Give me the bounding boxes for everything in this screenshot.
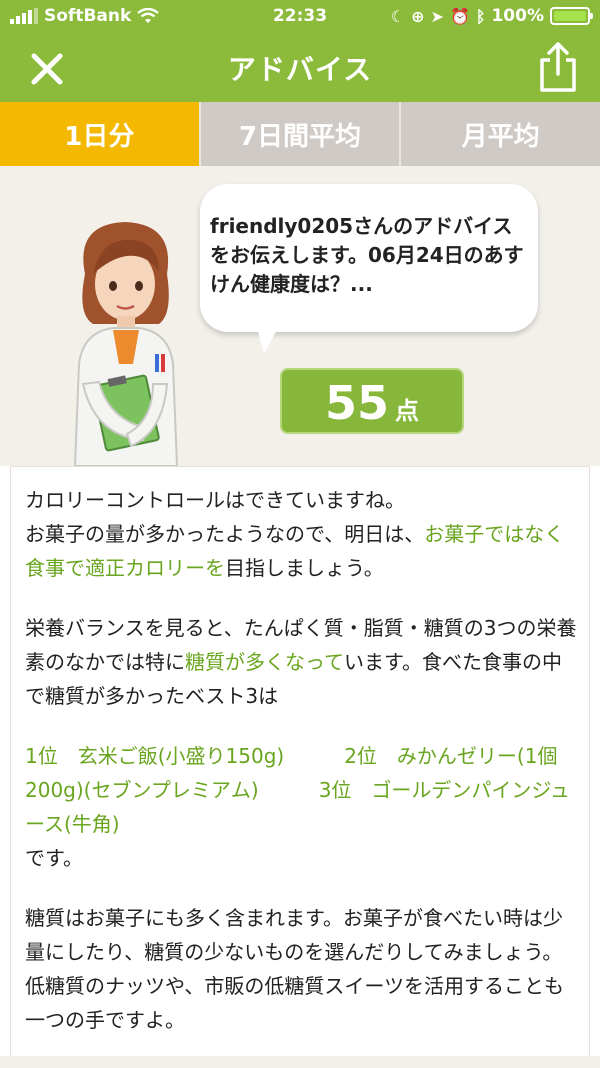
advice-text-card: カロリーコントロールはできていますね。 お菓子の量が多かったようなので、明日は、… xyxy=(10,466,590,1066)
dietitian-avatar xyxy=(73,222,179,466)
location-icon: ➤ xyxy=(430,6,444,26)
battery-percent: 100% xyxy=(491,6,544,26)
advice-paragraph-nutrients: 栄養バランスを見ると、たんぱく質・脂質・糖質の3つの栄養素のなかでは特に糖質が多… xyxy=(25,611,577,713)
title-bar: アドバイス xyxy=(0,34,600,102)
ranking-item-1: 1位 玄米ご飯(小盛り150g) xyxy=(25,744,285,768)
battery-icon xyxy=(550,7,593,25)
alarm-icon: ⏰ xyxy=(449,6,470,26)
page-title: アドバイス xyxy=(227,53,373,86)
calorie-comment: カロリーコントロールはできていますね。 xyxy=(25,488,405,512)
sweets-comment: 糖質はお菓子にも多く含まれます。お菓子が食べたい時は少量にしたり、糖質の少ないも… xyxy=(25,906,564,1032)
tab-monthly-average[interactable]: 月平均 xyxy=(399,102,600,166)
moon-icon: ☾ xyxy=(390,6,406,26)
health-score-badge: 55 点 xyxy=(280,368,464,434)
rotation-lock-icon: ⊕ xyxy=(411,6,425,26)
bottom-band xyxy=(0,1056,600,1068)
bluetooth-icon: ᛒ xyxy=(475,6,486,26)
bubble-tail xyxy=(256,324,280,354)
ranking-end: です。 xyxy=(25,846,83,870)
score-unit: 点 xyxy=(395,397,419,425)
tab-daily[interactable]: 1日分 xyxy=(0,102,199,166)
tab-weekly-average[interactable]: 7日間平均 xyxy=(198,102,400,166)
status-right: ☾ ⊕ ➤ ⏰ ᛒ 100% xyxy=(390,6,593,26)
nutrient-highlight: 糖質が多くなって xyxy=(185,650,344,674)
status-bar: SoftBank 22:33 ☾ ⊕ ➤ ⏰ ᛒ 100% xyxy=(0,0,600,34)
advice-paragraph-sweets: 糖質はお菓子にも多く含まれます。お菓子が食べたい時は少量にしたり、糖質の少ないも… xyxy=(25,901,577,1037)
advisor-hero: friendly0205さんのアドバイスをお伝えします。06月24日のあすけん健… xyxy=(0,166,600,466)
advice-paragraph-calories: カロリーコントロールはできていますね。 お菓子の量が多かったようなので、明日は、… xyxy=(25,483,577,585)
share-icon[interactable] xyxy=(534,40,582,94)
period-tabs: 1日分 7日間平均 月平均 xyxy=(0,102,600,166)
bubble-text: friendly0205さんのアドバイスをお伝えします。06月24日のあすけん健… xyxy=(210,214,524,296)
score-value: 55 xyxy=(324,376,389,430)
calorie-comment-3: 目指しましょう。 xyxy=(225,556,384,580)
advice-paragraph-ranking: 1位 玄米ご飯(小盛り150g) 2位 みかんゼリー(1個200g)(セブンプレ… xyxy=(25,739,577,875)
calorie-comment-2: お菓子の量が多かったようなので、明日は、 xyxy=(25,522,425,546)
app-header: SoftBank 22:33 ☾ ⊕ ➤ ⏰ ᛒ 100% アドバイス xyxy=(0,0,600,102)
advice-speech-bubble: friendly0205さんのアドバイスをお伝えします。06月24日のあすけん健… xyxy=(200,184,538,332)
